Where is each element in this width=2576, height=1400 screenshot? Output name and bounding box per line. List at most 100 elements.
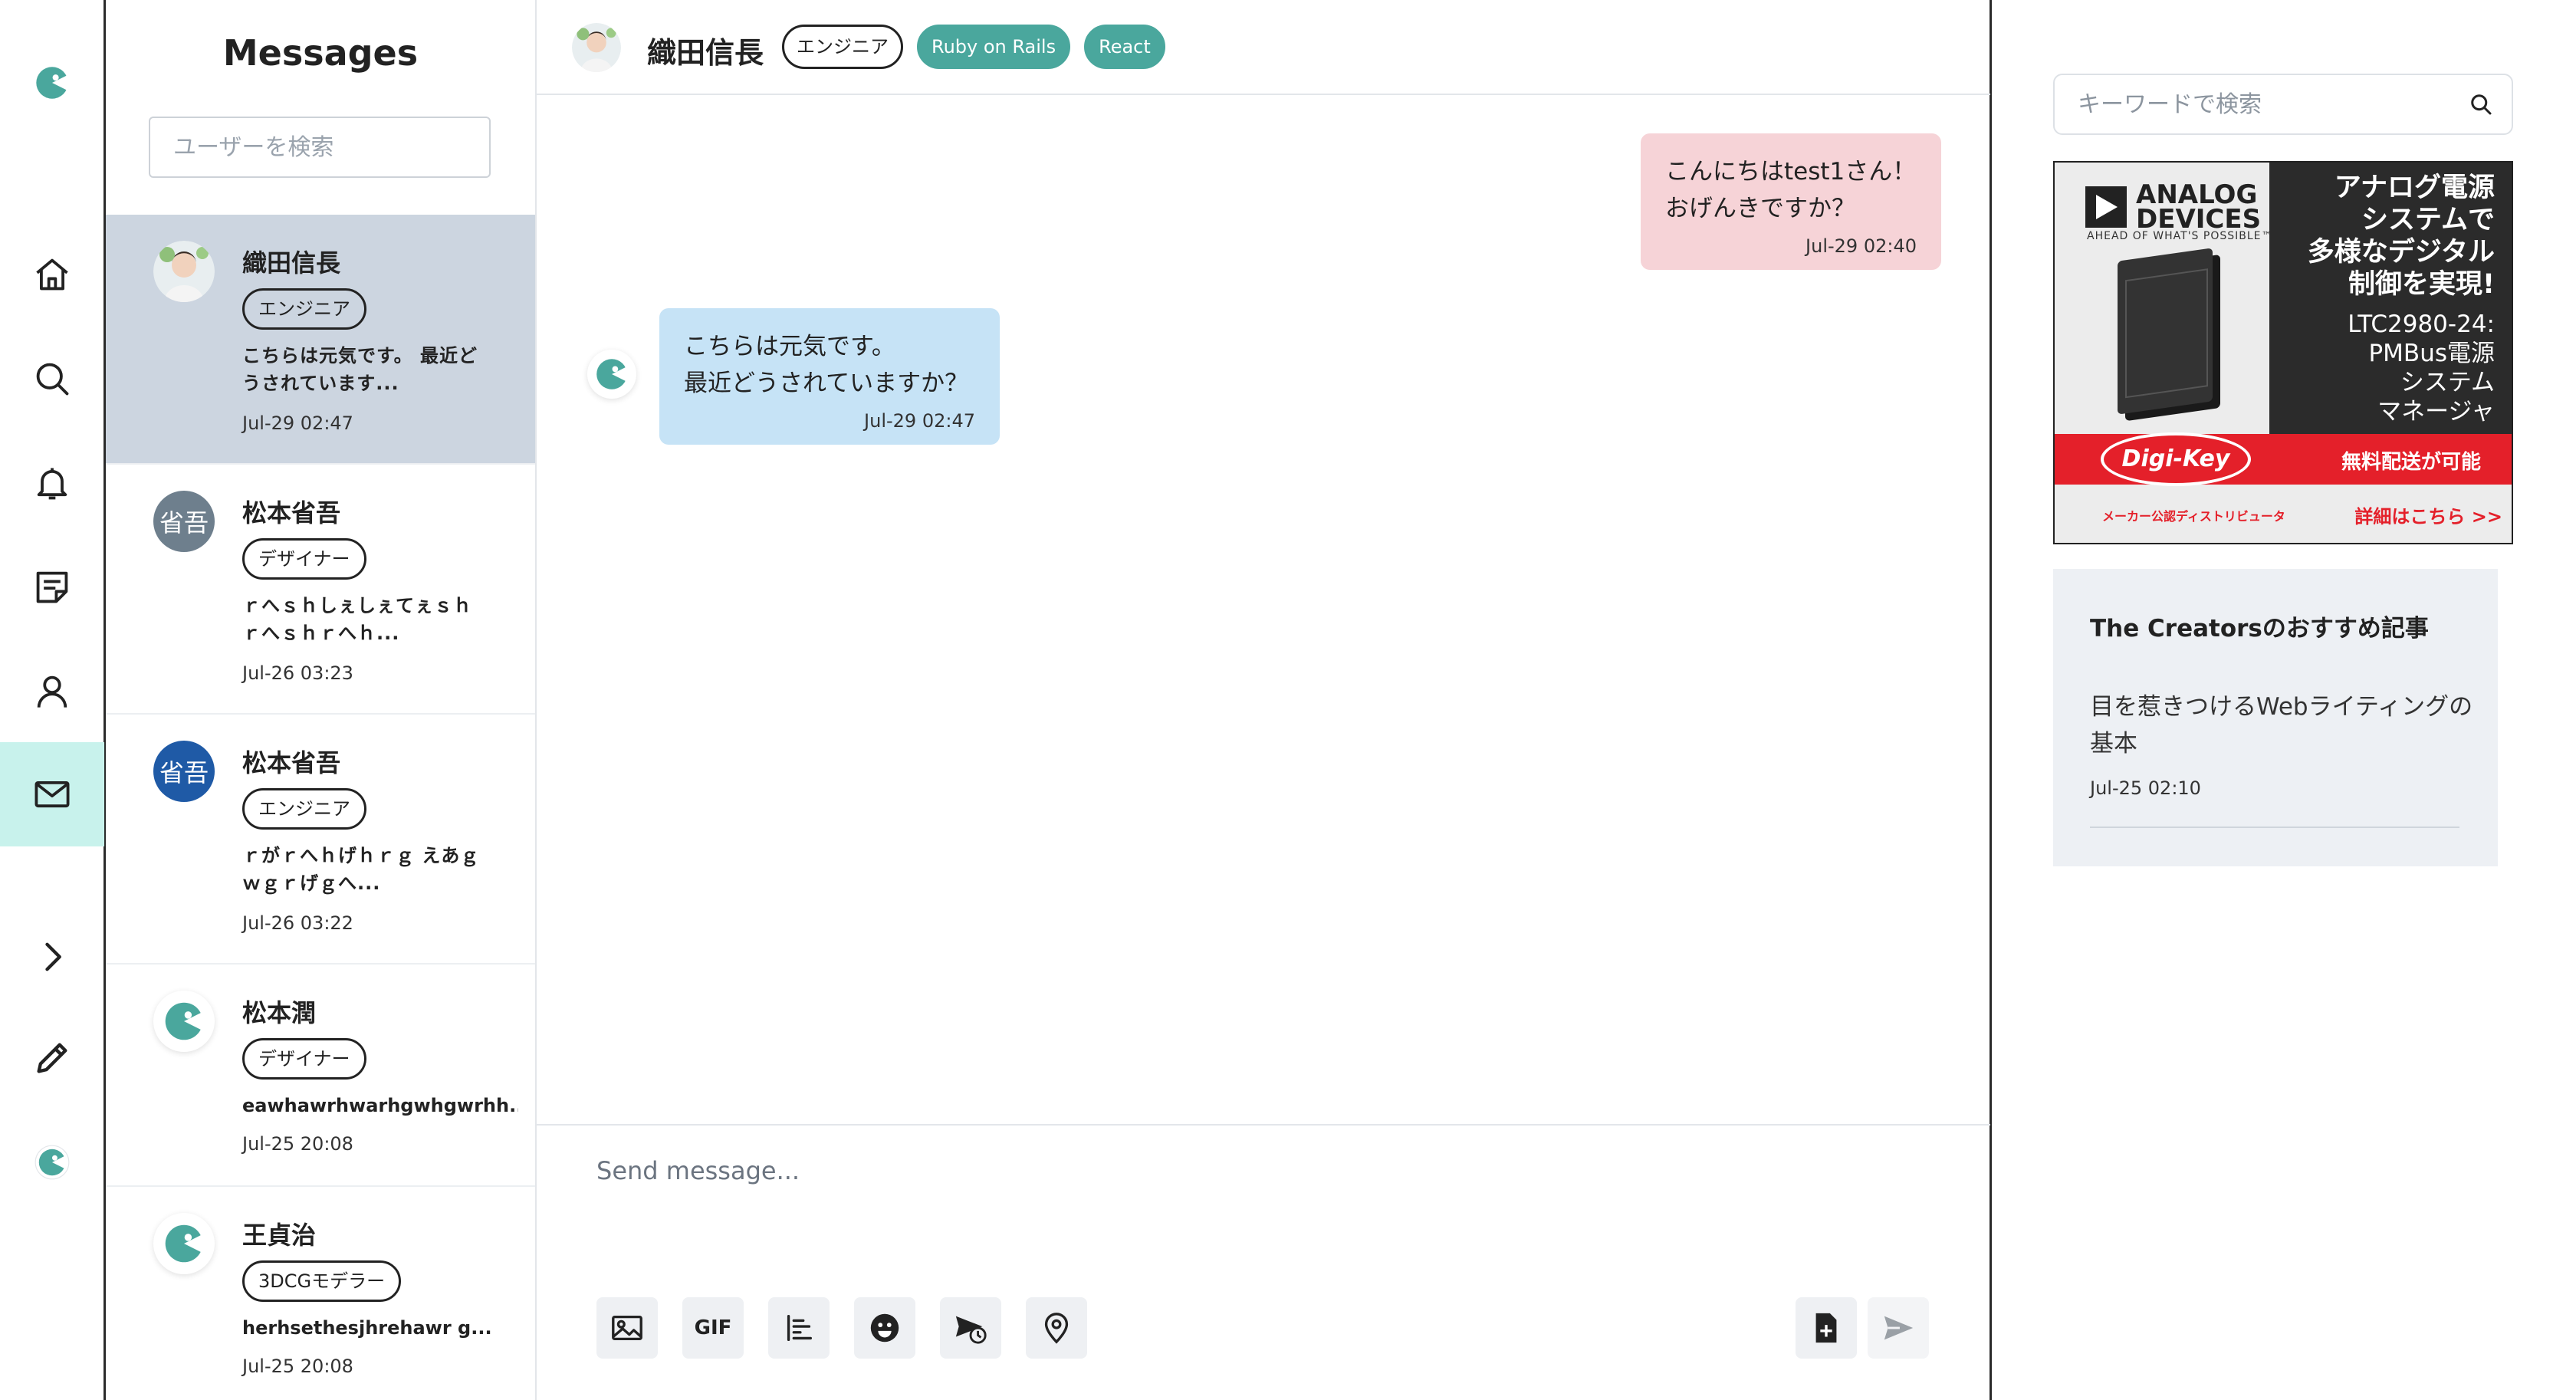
- conversation-list: Messages 織田信長 エンジニア こちらは元気です。 最近どうされています…: [106, 0, 537, 1400]
- avatar: [153, 1213, 215, 1274]
- bell-icon[interactable]: [0, 431, 104, 535]
- app-logo-icon: [165, 1002, 205, 1040]
- message-outgoing: こんにちはtest1さん！ おげんきですか？ Jul-29 02:40: [1641, 133, 1941, 270]
- advertisement-banner[interactable]: ANALOG DEVICES AHEAD OF WHAT'S POSSIBLE™…: [2053, 161, 2513, 544]
- attach-file-button[interactable]: [1796, 1297, 1857, 1359]
- chevron-right-icon[interactable]: [0, 905, 104, 1009]
- message-input[interactable]: [596, 1156, 1900, 1248]
- tag-skill: React: [1084, 25, 1165, 69]
- chip-image: [2118, 248, 2213, 415]
- role-badge: 3DCGモデラー: [242, 1260, 402, 1302]
- app-logo-icon: [596, 359, 629, 389]
- chat-panel: 織田信長 エンジニア Ruby on Rails React こんにちはtest…: [537, 0, 1992, 1400]
- recommended-title: The Creatorsのおすすめ記事: [2090, 615, 2429, 642]
- avatar: 省吾: [153, 741, 215, 802]
- conversation-time: Jul-26 03:23: [242, 662, 353, 684]
- divider: [2090, 827, 2459, 828]
- conversation-time: Jul-26 03:22: [242, 912, 353, 934]
- gif-label: GIF: [694, 1316, 732, 1339]
- user-icon[interactable]: [0, 639, 104, 744]
- poll-button[interactable]: [768, 1297, 830, 1359]
- ad-product: LTC2980-24: PMBus電源 システム マネージャ: [2348, 311, 2495, 426]
- keyword-search: [2053, 74, 2513, 135]
- play-logo-icon: [2085, 186, 2127, 228]
- message-time: Jul-29 02:47: [864, 410, 975, 432]
- image-button[interactable]: [596, 1297, 658, 1359]
- conversation-name: 織田信長: [242, 248, 341, 278]
- conversation-preview: herhsethesjhrehawr g...: [242, 1317, 492, 1339]
- conversation-item[interactable]: 省吾 松本省吾 デザイナー ｒへｓｈしぇしぇてぇｓｈ ｒへｓｈｒへｈ... Ju…: [106, 465, 535, 715]
- conversation-preview: ｒへｓｈしぇしぇてぇｓｈ ｒへｓｈｒへｈ...: [242, 595, 472, 644]
- conversation-preview: eawhawrhwarhgwhgwrhh...: [242, 1095, 518, 1116]
- search-icon[interactable]: [2467, 90, 2495, 118]
- avatar: [153, 991, 215, 1052]
- message-thread: こんにちはtest1さん！ おげんきですか？ Jul-29 02:40 こちらは…: [537, 97, 1990, 1124]
- app-logo-icon: [165, 1224, 205, 1263]
- tag-skill: Ruby on Rails: [917, 25, 1071, 69]
- message-time: Jul-29 02:40: [1806, 235, 1917, 257]
- digikey-logo: Digi-Key: [2101, 432, 2251, 486]
- conversation-preview: ｒがｒへｈげｈｒｇ えあｇ ｗｇｒげｇへ...: [242, 845, 480, 894]
- conversation-item[interactable]: 省吾 松本省吾 エンジニア ｒがｒへｈげｈｒｇ えあｇ ｗｇｒげｇへ... Ju…: [106, 715, 535, 965]
- tag-role: エンジニア: [782, 25, 903, 69]
- gif-button[interactable]: GIF: [682, 1297, 744, 1359]
- message-composer: GIF: [537, 1124, 1990, 1400]
- message-text: こちらは元気です。 最近どうされていますか？: [684, 333, 969, 397]
- chat-header: 織田信長 エンジニア Ruby on Rails React: [537, 0, 1990, 95]
- emoji-icon: [870, 1313, 899, 1342]
- send-icon: [1884, 1316, 1914, 1340]
- ad-shipping-text: 無料配送が可能: [2341, 451, 2481, 474]
- conversation-preview: こちらは元気です。 最近どうされています...: [242, 345, 478, 394]
- avatar: [153, 241, 215, 302]
- send-button[interactable]: [1868, 1297, 1929, 1359]
- conversation-time: Jul-25 20:08: [242, 1356, 353, 1377]
- ad-brand-logo: ANALOG DEVICES: [2085, 182, 2261, 232]
- ad-headline: アナログ電源 システムで 多様なデジタル 制御を実現!: [2307, 173, 2495, 300]
- ad-more-link[interactable]: 詳細はこちら >>: [2354, 501, 2502, 528]
- conversation-time: Jul-29 02:47: [242, 412, 353, 434]
- article-link[interactable]: 目を惹きつけるWebライティングの基本: [2090, 688, 2473, 762]
- location-button[interactable]: [1026, 1297, 1087, 1359]
- mail-icon[interactable]: [0, 742, 104, 846]
- app-window: Messages 織田信長 エンジニア こちらは元気です。 最近どうされています…: [0, 0, 2576, 1400]
- chat-tags: エンジニア Ruby on Rails React: [782, 25, 1165, 69]
- keyword-search-input[interactable]: [2078, 75, 2461, 133]
- recommended-articles: The Creatorsのおすすめ記事 目を惹きつけるWebライティングの基本 …: [2053, 569, 2498, 866]
- conversation-time: Jul-25 20:08: [242, 1133, 353, 1155]
- conversation-name: 王貞治: [242, 1221, 317, 1250]
- chat-partner-name: 織田信長: [647, 36, 764, 70]
- poll-icon: [787, 1314, 813, 1342]
- location-icon: [1044, 1313, 1069, 1344]
- ad-tagline: AHEAD OF WHAT'S POSSIBLE™: [2087, 230, 2273, 242]
- conversation-name: 松本省吾: [242, 498, 341, 527]
- user-search-input[interactable]: [149, 117, 491, 178]
- message-incoming: こちらは元気です。 最近どうされていますか？ Jul-29 02:47: [659, 308, 1000, 445]
- notes-icon[interactable]: [0, 535, 104, 639]
- ad-distributor-text: メーカー公認ディストリビュータ: [2102, 509, 2285, 524]
- app-logo-icon[interactable]: [0, 31, 104, 135]
- role-badge: エンジニア: [242, 788, 366, 830]
- role-badge: デザイナー: [242, 538, 366, 580]
- search-icon[interactable]: [0, 327, 104, 431]
- conversation-name: 松本潤: [242, 998, 317, 1027]
- conversations-title: Messages: [222, 32, 419, 74]
- conversation-name: 松本省吾: [242, 748, 341, 777]
- emoji-button[interactable]: [854, 1297, 915, 1359]
- role-badge: エンジニア: [242, 288, 366, 330]
- schedule-button[interactable]: [940, 1297, 1001, 1359]
- image-icon: [612, 1315, 642, 1341]
- home-icon[interactable]: [0, 222, 104, 327]
- right-sidebar: ANALOG DEVICES AHEAD OF WHAT'S POSSIBLE™…: [1992, 0, 2576, 1400]
- message-text: こんにちはtest1さん！ おげんきですか？: [1665, 158, 1917, 222]
- role-badge: デザイナー: [242, 1038, 366, 1080]
- conversation-item[interactable]: 松本潤 デザイナー eawhawrhwarhgwhgwrhh... Jul-25…: [106, 965, 535, 1187]
- article-time: Jul-25 02:10: [2090, 777, 2201, 799]
- conversation-item[interactable]: 王貞治 3DCGモデラー herhsethesjhrehawr g... Jul…: [106, 1187, 535, 1400]
- avatar: [587, 350, 636, 399]
- schedule-icon: [955, 1316, 987, 1344]
- profile-logo-icon[interactable]: [0, 1110, 104, 1214]
- conversation-item[interactable]: 織田信長 エンジニア こちらは元気です。 最近どうされています... Jul-2…: [106, 215, 535, 465]
- pencil-icon[interactable]: [0, 1006, 104, 1110]
- avatar[interactable]: [572, 23, 621, 72]
- avatar: 省吾: [153, 491, 215, 552]
